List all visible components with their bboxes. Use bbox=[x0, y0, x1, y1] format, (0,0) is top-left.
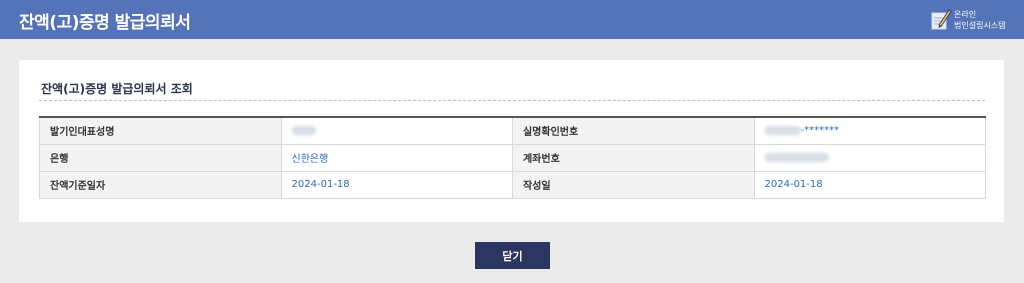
brand-line-1: 온라인 bbox=[954, 10, 977, 19]
content-panel: 잔액(고)증명 발급의뢰서 조회 발기인대표성명 실명확인번호 -*******… bbox=[19, 60, 1004, 222]
top-bar: 잔액(고)증명 발급의뢰서 온라인 법인설립시스템 bbox=[0, 0, 1024, 39]
value-applicant-name bbox=[280, 116, 513, 145]
page-title: 잔액(고)증명 발급의뢰서 bbox=[19, 13, 191, 33]
brand-logo: 온라인 법인설립시스템 bbox=[930, 7, 1020, 33]
pen-icon bbox=[931, 9, 952, 30]
label-account-number: 계좌번호 bbox=[511, 143, 755, 172]
label-balance-date: 잔액기준일자 bbox=[39, 170, 282, 199]
masked-value bbox=[291, 125, 316, 135]
value-balance-date: 2024-01-18 bbox=[280, 170, 513, 199]
table-row: 잔액기준일자 2024-01-18 작성일 2024-01-18 bbox=[39, 170, 987, 199]
value-bank: 신한은행 bbox=[280, 143, 513, 172]
label-bank: 은행 bbox=[39, 143, 282, 172]
value-account-number bbox=[753, 143, 987, 172]
label-written-date: 작성일 bbox=[511, 170, 755, 199]
section-divider bbox=[39, 100, 985, 101]
value-id-number: -******* bbox=[753, 116, 987, 145]
brand-line-2: 법인설립시스템 bbox=[954, 21, 1006, 30]
masked-value bbox=[764, 125, 801, 135]
masked-value bbox=[764, 152, 829, 162]
section-title: 잔액(고)증명 발급의뢰서 조회 bbox=[41, 82, 193, 96]
table-row: 발기인대표성명 실명확인번호 -******* bbox=[39, 116, 987, 145]
value-written-date: 2024-01-18 bbox=[753, 170, 987, 199]
label-applicant-name: 발기인대표성명 bbox=[39, 116, 282, 145]
detail-table: 발기인대표성명 실명확인번호 -******* 은행 신한은행 계좌번호 잔액기… bbox=[39, 116, 987, 199]
table-row: 은행 신한은행 계좌번호 bbox=[39, 143, 987, 172]
label-id-number: 실명확인번호 bbox=[511, 116, 755, 145]
close-button[interactable]: 닫기 bbox=[475, 242, 550, 269]
